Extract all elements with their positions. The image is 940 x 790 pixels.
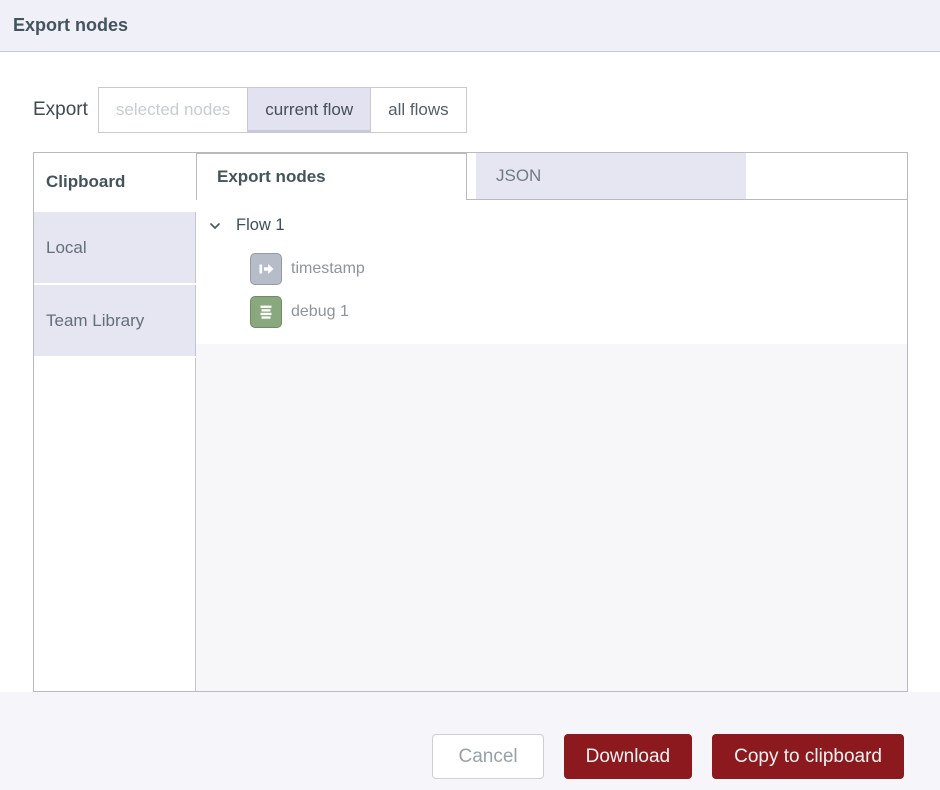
dialog-header: Export nodes: [0, 0, 940, 52]
tree-row-debug[interactable]: debug 1: [250, 296, 907, 328]
chevron-down-icon[interactable]: [208, 219, 222, 233]
tree-row-timestamp[interactable]: timestamp: [250, 253, 907, 285]
node-tree-rows: Flow 1 timestamp: [196, 200, 907, 344]
export-scope-row: Export selected nodes current flow all f…: [33, 87, 940, 133]
export-panel: Clipboard Local Team Library Export node…: [33, 152, 908, 692]
debug-lines-icon: [250, 296, 282, 328]
tree-empty-area: [196, 344, 907, 691]
tab-row: Export nodes JSON: [196, 153, 907, 200]
copy-to-clipboard-button[interactable]: Copy to clipboard: [712, 734, 904, 779]
tab-json[interactable]: JSON: [476, 153, 746, 199]
scope-selected-nodes-button[interactable]: selected nodes: [98, 87, 248, 133]
clipboard-content: Export nodes JSON Flow 1: [196, 153, 907, 691]
cancel-button[interactable]: Cancel: [432, 734, 543, 779]
sidebar-filler: [34, 358, 196, 691]
download-button[interactable]: Download: [564, 734, 693, 779]
dialog-footer: Cancel Download Copy to clipboard: [0, 692, 940, 790]
scope-all-flows-button[interactable]: all flows: [370, 87, 466, 133]
library-sidebar: Clipboard Local Team Library: [34, 153, 196, 691]
export-scope-group: selected nodes current flow all flows: [98, 87, 467, 133]
export-scope-label: Export: [33, 99, 88, 121]
scope-current-flow-button[interactable]: current flow: [247, 87, 371, 133]
sidebar-item-team-library[interactable]: Team Library: [34, 285, 196, 356]
node-label: timestamp: [291, 260, 365, 278]
sidebar-item-clipboard[interactable]: Clipboard: [34, 153, 196, 211]
sidebar-item-local[interactable]: Local: [34, 212, 196, 283]
flow-label: Flow 1: [236, 216, 285, 235]
tab-export-nodes[interactable]: Export nodes: [196, 153, 467, 200]
node-label: debug 1: [291, 303, 349, 321]
node-tree: Flow 1 timestamp: [196, 200, 907, 691]
inject-arrow-icon: [250, 253, 282, 285]
dialog-title: Export nodes: [13, 15, 128, 36]
tree-row-flow[interactable]: Flow 1: [206, 208, 907, 242]
